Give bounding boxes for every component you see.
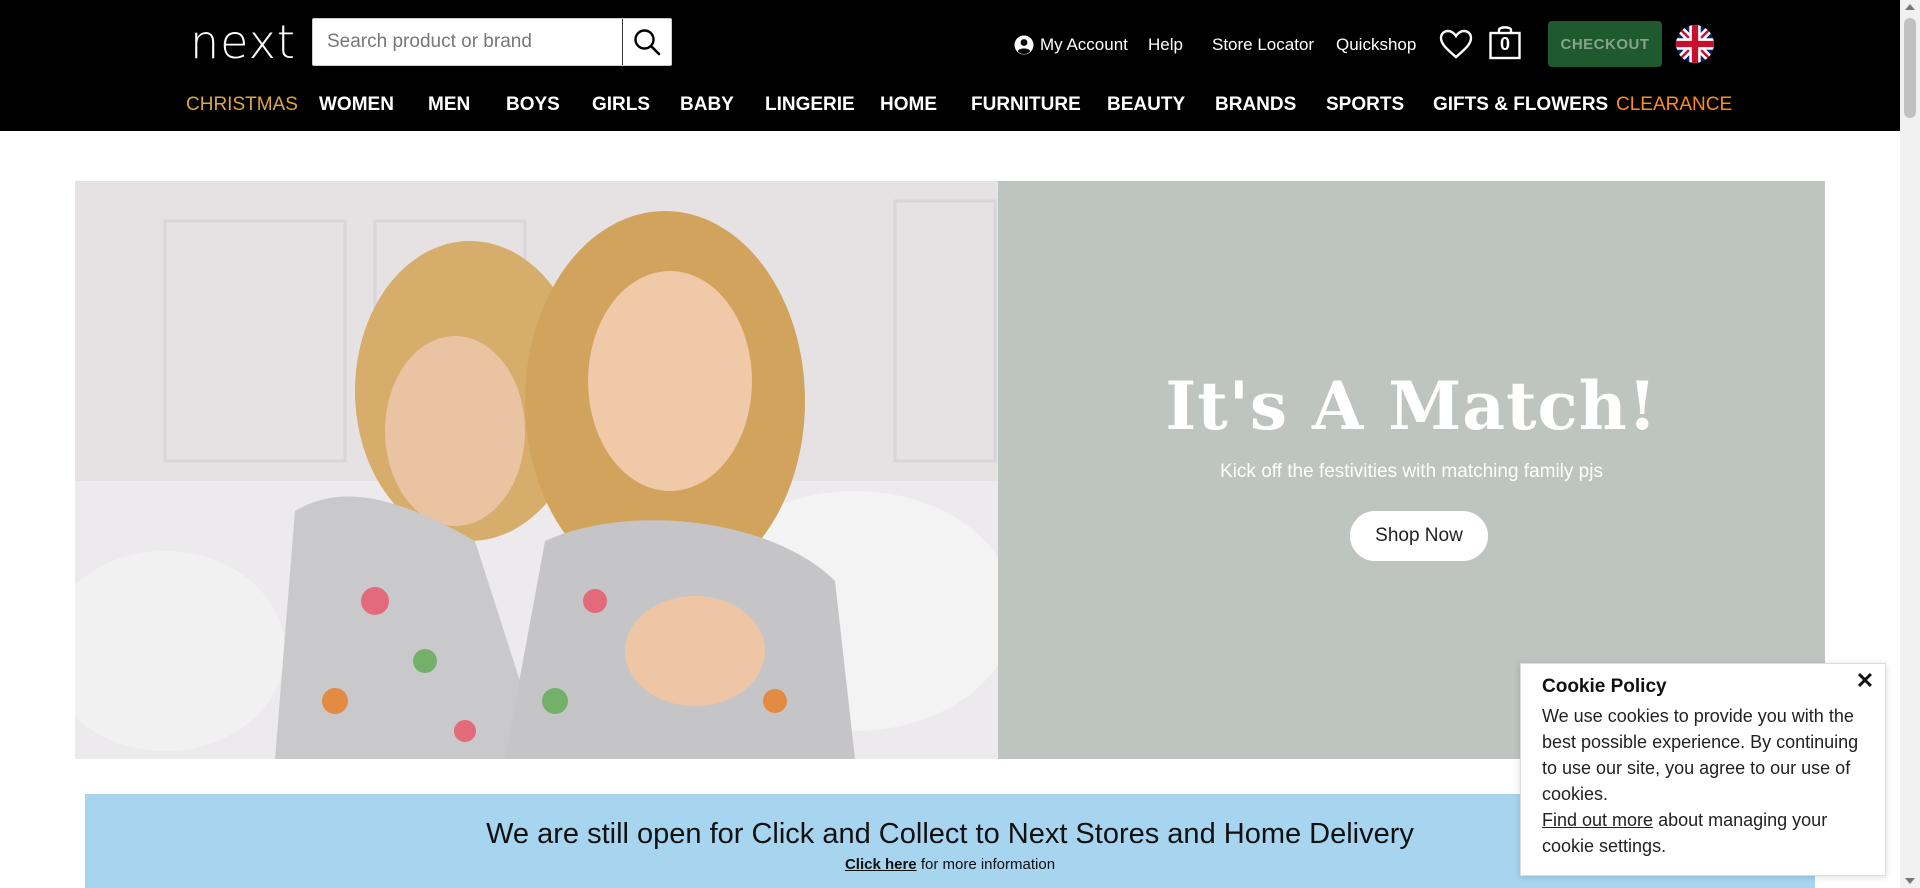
nav-boys[interactable]: BOYS — [506, 90, 560, 120]
nav-girls[interactable]: GIRLS — [592, 90, 650, 120]
my-account-link[interactable]: My Account — [1014, 22, 1128, 68]
nav-lingerie[interactable]: LINGERIE — [765, 90, 855, 120]
nav-home[interactable]: HOME — [880, 90, 937, 120]
nav-gifts-flowers[interactable]: GIFTS & FLOWERS — [1433, 90, 1608, 120]
cookie-title: Cookie Policy — [1542, 676, 1667, 697]
quickshop-link[interactable]: Quickshop — [1336, 22, 1416, 68]
shopping-bag-button[interactable]: 0 — [1488, 24, 1524, 64]
site-header: next My Account Help Store Locator Quick… — [0, 0, 1900, 131]
nav-clearance[interactable]: CLEARANCE — [1616, 90, 1732, 120]
nav-men[interactable]: MEN — [428, 90, 470, 120]
hero-image — [75, 181, 998, 759]
click-here-link[interactable]: Click here — [845, 856, 917, 873]
search-icon — [634, 29, 661, 56]
page-scrollbar[interactable] — [1900, 0, 1920, 888]
bag-count: 0 — [1499, 34, 1510, 54]
checkout-button[interactable]: CHECKOUT — [1548, 21, 1662, 67]
search-button[interactable] — [622, 19, 671, 65]
country-selector[interactable] — [1676, 25, 1714, 63]
scroll-up-arrow-icon[interactable] — [1905, 4, 1915, 10]
nav-women[interactable]: WOMEN — [319, 90, 394, 120]
banner-subtitle-text: for more information — [916, 856, 1056, 873]
nav-brands[interactable]: BRANDS — [1215, 90, 1296, 120]
search-input[interactable] — [313, 19, 623, 65]
cookie-body-text: We use cookies to provide you with the b… — [1542, 706, 1859, 804]
nav-christmas[interactable]: CHRISTMAS — [186, 90, 298, 120]
nav-beauty[interactable]: BEAUTY — [1107, 90, 1185, 120]
nav-baby[interactable]: BABY — [680, 90, 734, 120]
hero-subtitle: Kick off the festivities with matching f… — [1220, 461, 1603, 482]
nav-furniture[interactable]: FURNITURE — [971, 90, 1081, 120]
close-icon[interactable]: ✕ — [1853, 670, 1877, 694]
shop-now-button[interactable]: Shop Now — [1350, 511, 1488, 561]
store-locator-link[interactable]: Store Locator — [1212, 22, 1314, 68]
uk-flag-icon — [1676, 25, 1714, 63]
cookie-body: We use cookies to provide you with the b… — [1542, 703, 1872, 859]
heart-icon — [1439, 29, 1473, 59]
scroll-down-arrow-icon[interactable] — [1905, 878, 1915, 884]
hero-title: It's A Match! — [1165, 367, 1658, 445]
user-icon — [1014, 35, 1034, 55]
next-logo[interactable]: next — [190, 14, 296, 70]
quickshop-label: Quickshop — [1336, 35, 1417, 54]
find-out-more-link[interactable]: Find out more — [1542, 810, 1653, 830]
search-box — [312, 18, 672, 66]
scrollbar-thumb[interactable] — [1904, 18, 1916, 118]
store-locator-label: Store Locator — [1212, 35, 1315, 54]
wishlist-button[interactable] — [1438, 24, 1474, 64]
my-account-label: My Account — [1040, 35, 1128, 54]
category-nav: CHRISTMAS WOMEN MEN BOYS GIRLS BABY LING… — [0, 90, 1900, 120]
cookie-policy-popup: Cookie Policy ✕ We use cookies to provid… — [1520, 663, 1886, 876]
help-label: Help — [1148, 35, 1183, 54]
nav-sports[interactable]: SPORTS — [1326, 90, 1404, 120]
help-link[interactable]: Help — [1148, 22, 1183, 68]
